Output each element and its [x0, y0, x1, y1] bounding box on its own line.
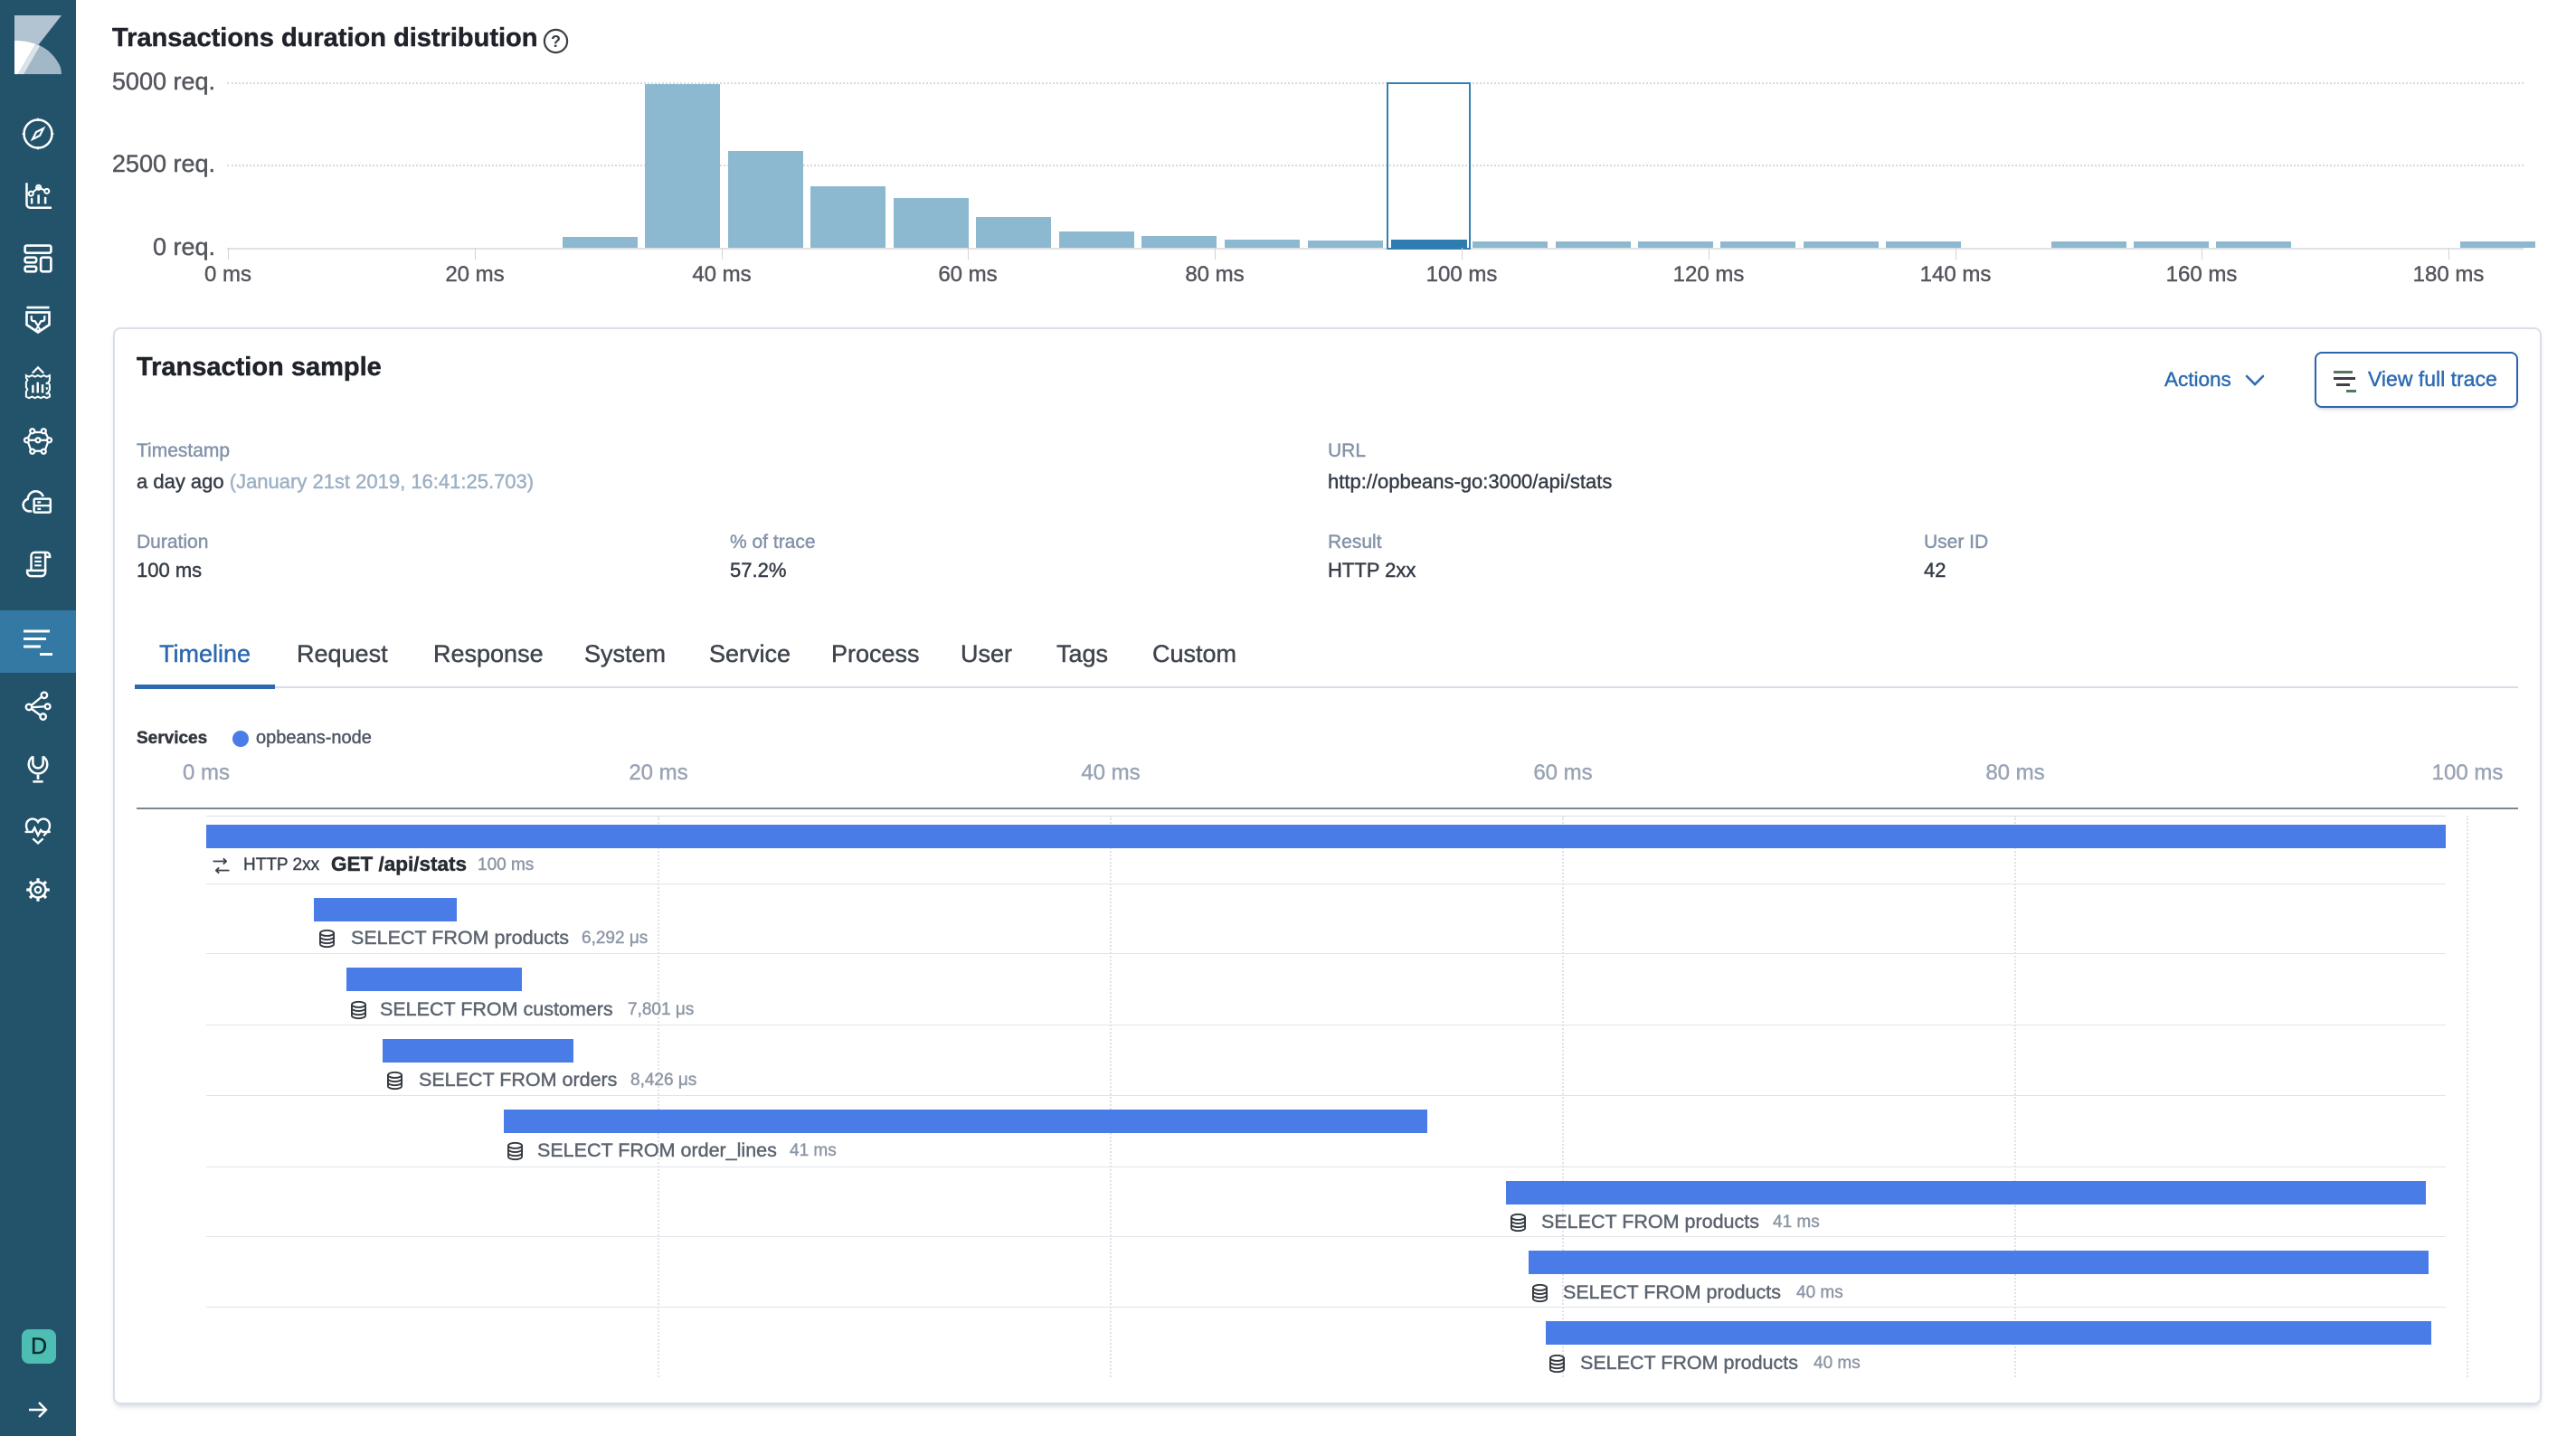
svg-text:?: ? [551, 33, 561, 51]
